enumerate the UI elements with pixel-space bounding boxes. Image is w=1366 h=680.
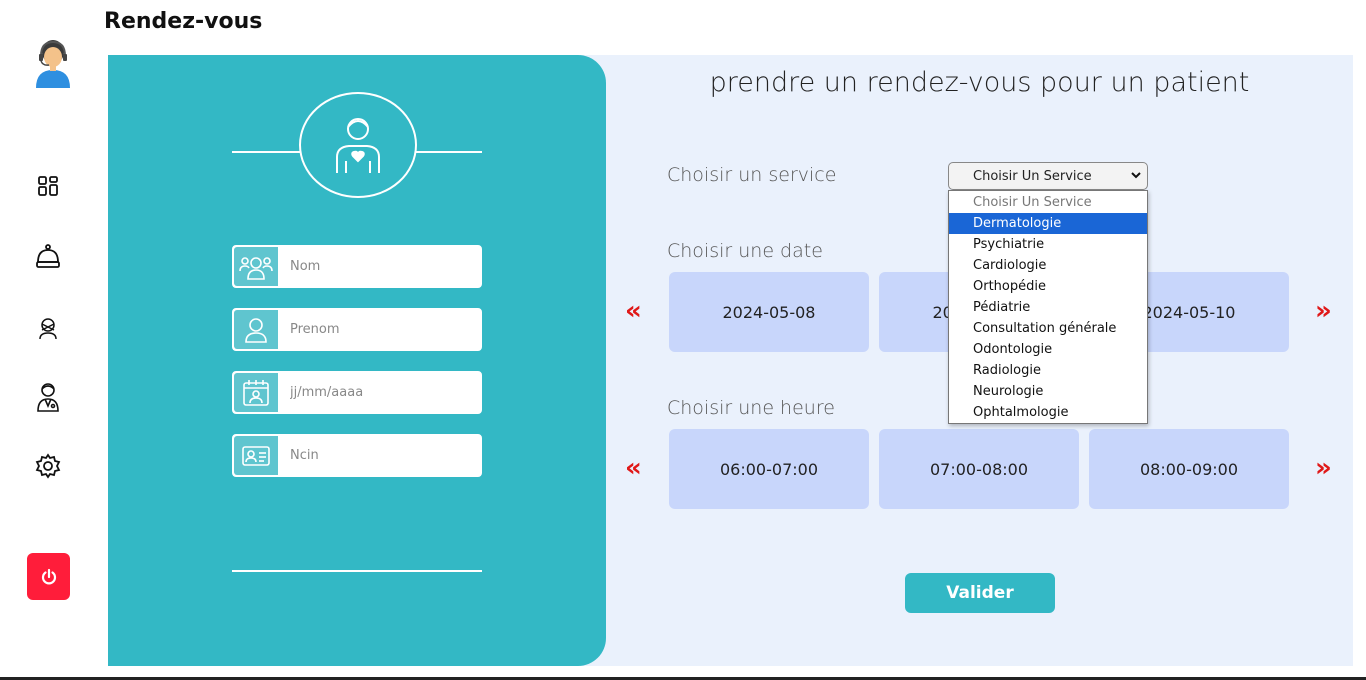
birthdate-input[interactable] bbox=[278, 373, 480, 412]
time-prev-arrow[interactable]: « bbox=[625, 455, 642, 481]
sidebar bbox=[0, 0, 100, 680]
divider bbox=[232, 151, 300, 153]
service-option[interactable]: Odontologie bbox=[949, 339, 1147, 360]
settings-gear-icon[interactable] bbox=[34, 452, 62, 480]
calendar-user-icon bbox=[234, 373, 278, 412]
dashboard-icon[interactable] bbox=[34, 172, 62, 200]
doctor-icon[interactable] bbox=[34, 382, 62, 412]
appointment-bell-icon[interactable] bbox=[34, 242, 62, 270]
user-avatar-icon bbox=[34, 38, 72, 88]
service-option[interactable]: Psychiatrie bbox=[949, 234, 1147, 255]
time-next-arrow[interactable]: » bbox=[1315, 455, 1332, 481]
prenom-input[interactable] bbox=[278, 310, 480, 349]
time-label: Choisir une heure bbox=[667, 397, 835, 419]
birthdate-field bbox=[232, 371, 482, 414]
service-select-value: Choisir Un Service bbox=[973, 168, 1092, 184]
nom-input[interactable] bbox=[278, 247, 480, 286]
user-icon bbox=[234, 310, 278, 349]
service-option[interactable]: Cardiologie bbox=[949, 255, 1147, 276]
patient-icon[interactable] bbox=[34, 313, 62, 341]
date-next-arrow[interactable]: » bbox=[1315, 298, 1332, 324]
service-option[interactable]: Orthopédie bbox=[949, 276, 1147, 297]
time-slot[interactable]: 07:00-08:00 bbox=[879, 429, 1079, 509]
group-icon bbox=[234, 247, 278, 286]
ncin-field bbox=[232, 434, 482, 477]
service-option[interactable]: Choisir Un Service bbox=[949, 192, 1147, 213]
service-dropdown: Choisir Un Service Dermatologie Psychiat… bbox=[948, 190, 1148, 424]
date-prev-arrow[interactable]: « bbox=[625, 298, 642, 324]
patient-heart-icon bbox=[336, 118, 380, 173]
ncin-input[interactable] bbox=[278, 436, 480, 475]
power-icon bbox=[41, 568, 56, 584]
chevron-down-icon bbox=[1131, 172, 1141, 179]
page-title: Rendez-vous bbox=[104, 9, 263, 34]
date-slot[interactable]: 2024-05-08 bbox=[669, 272, 869, 352]
time-slot[interactable]: 06:00-07:00 bbox=[669, 429, 869, 509]
valider-button[interactable]: Valider bbox=[905, 573, 1055, 613]
service-option[interactable]: Neurologie bbox=[949, 381, 1147, 402]
service-option[interactable]: Dermatologie bbox=[949, 213, 1147, 234]
service-label: Choisir un service bbox=[667, 164, 837, 186]
time-slot[interactable]: 08:00-09:00 bbox=[1089, 429, 1289, 509]
nom-field bbox=[232, 245, 482, 288]
service-option[interactable]: Consultation générale bbox=[949, 318, 1147, 339]
date-label: Choisir une date bbox=[667, 240, 823, 262]
patient-emblem bbox=[299, 92, 417, 198]
service-option[interactable]: Ophtalmologie bbox=[949, 402, 1147, 423]
service-select[interactable]: Choisir Un Service bbox=[948, 162, 1148, 190]
prenom-field bbox=[232, 308, 482, 351]
id-card-icon bbox=[234, 436, 278, 475]
logout-button[interactable] bbox=[27, 553, 70, 600]
service-option[interactable]: Pédiatrie bbox=[949, 297, 1147, 318]
booking-title: prendre un rendez-vous pour un patient bbox=[709, 67, 1250, 98]
form-divider bbox=[232, 570, 482, 572]
service-option[interactable]: Radiologie bbox=[949, 360, 1147, 381]
divider bbox=[416, 151, 482, 153]
